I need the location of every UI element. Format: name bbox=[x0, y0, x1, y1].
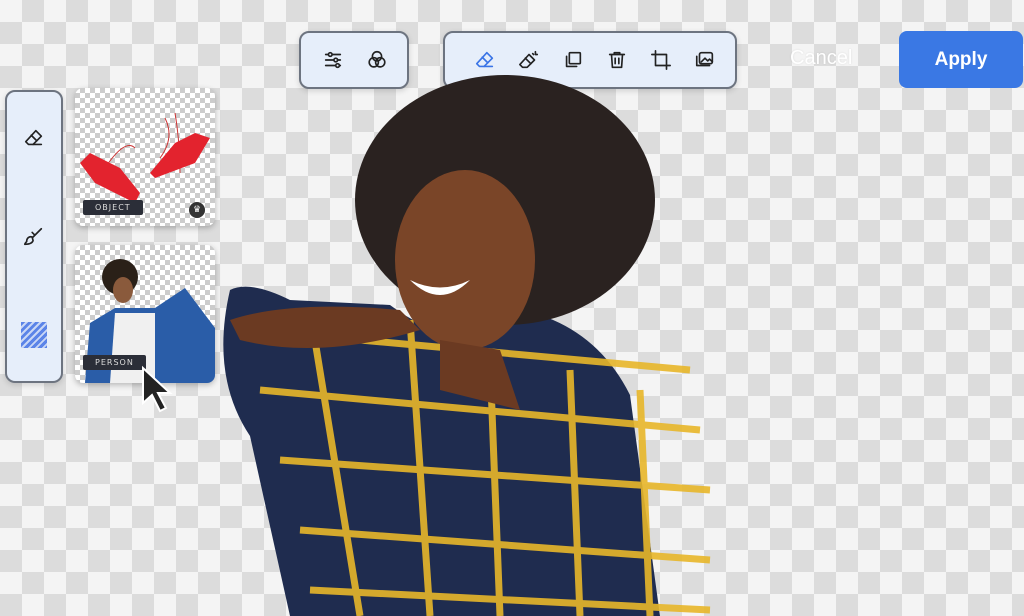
eraser-icon[interactable] bbox=[12, 116, 56, 160]
thumbnail-label: OBJECT bbox=[83, 200, 143, 215]
pattern-icon[interactable] bbox=[12, 313, 56, 357]
apply-button[interactable]: Apply bbox=[899, 31, 1023, 88]
side-toolbar bbox=[5, 90, 63, 383]
brush-icon[interactable] bbox=[12, 215, 56, 259]
subject-photo bbox=[223, 75, 711, 616]
cancel-button[interactable]: Cancel bbox=[790, 47, 852, 70]
thumbnail-label: PERSON bbox=[83, 355, 146, 370]
